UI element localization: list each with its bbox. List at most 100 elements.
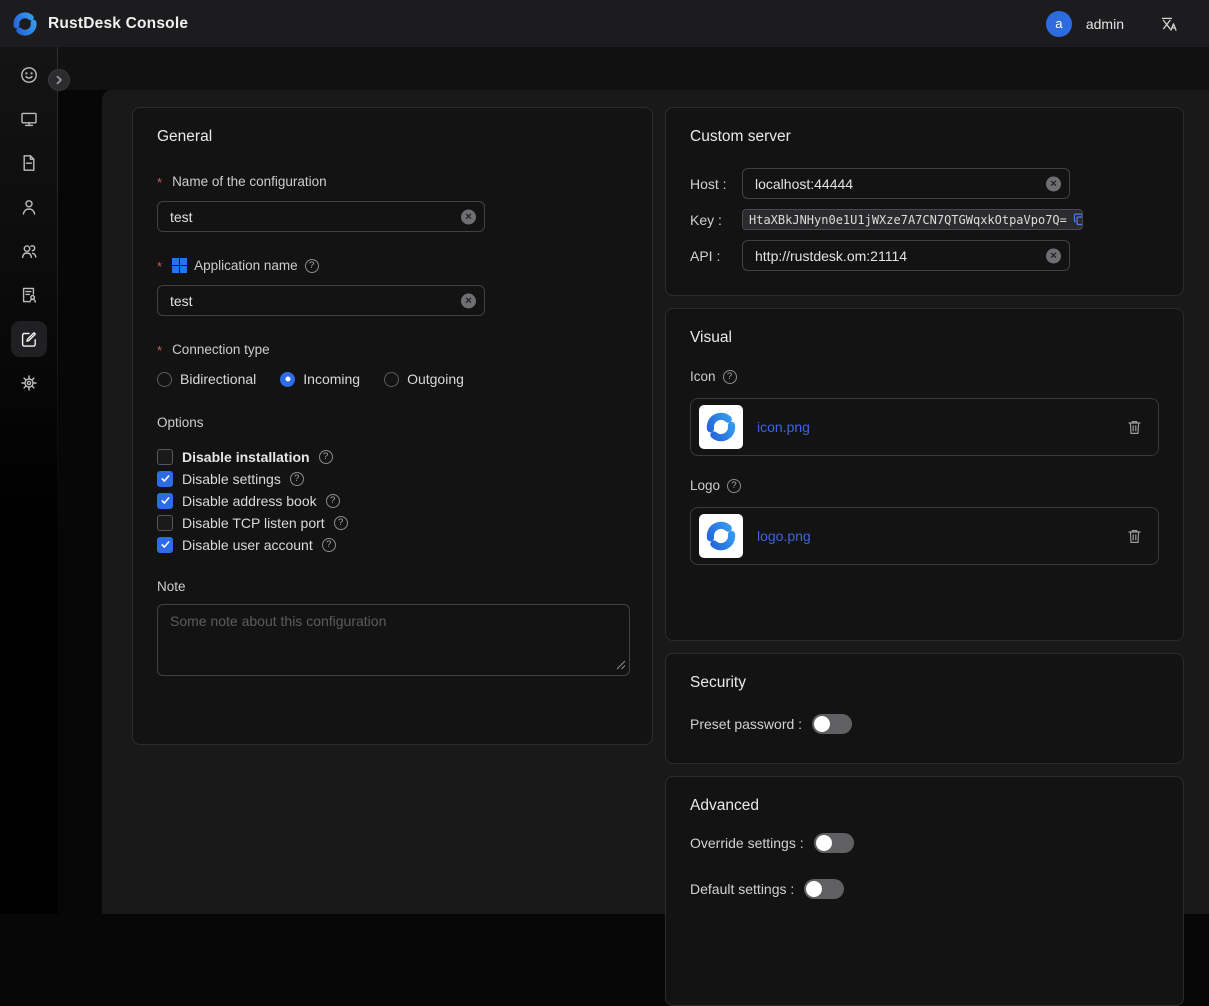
groups-icon [19,241,39,261]
option-disable-tcp-listen-port[interactable]: Disable TCP listen port [157,514,628,531]
option-disable-address-book[interactable]: Disable address book [157,492,628,509]
override-settings-toggle[interactable] [814,833,854,853]
config-name-label: Name of the configuration [157,174,628,189]
sidebar-item-devices[interactable] [11,101,47,137]
icon-file-item: icon.png [690,398,1159,456]
api-label: API : [690,248,742,264]
icon-thumbnail [699,405,743,449]
radio-icon[interactable] [280,372,295,387]
radio-outgoing[interactable]: Outgoing [384,371,464,387]
connection-type-label: Connection type [157,342,628,357]
audit-log-icon [19,285,39,305]
help-icon[interactable] [319,450,333,464]
api-input[interactable] [742,240,1070,271]
app-name-input[interactable] [157,285,485,316]
sidebar-nav [0,47,58,914]
checkbox-icon[interactable] [157,493,173,509]
radio-bidirectional[interactable]: Bidirectional [157,371,256,387]
copy-icon[interactable] [1073,213,1083,226]
options-label: Options [157,415,628,430]
options-list: Disable installation Disable settings Di… [157,448,628,553]
brand: RustDesk Console [12,11,188,37]
config-name-input[interactable] [157,201,485,232]
logo-file-item: logo.png [690,507,1159,565]
help-icon[interactable] [723,370,737,384]
security-panel: Security Preset password : [665,653,1184,764]
main-content: General Name of the configuration ✕ Appl… [102,90,1209,914]
general-panel: General Name of the configuration ✕ Appl… [132,107,653,745]
user-icon [19,197,39,217]
app-name-label: Application name [157,258,628,273]
translate-icon[interactable] [1160,14,1179,33]
default-settings-label: Default settings : [690,881,794,897]
trash-icon[interactable] [1127,419,1142,435]
help-icon[interactable] [322,538,336,552]
devices-monitor-icon [19,109,39,129]
note-textarea[interactable] [157,604,630,676]
preset-password-toggle[interactable] [812,714,852,734]
radio-incoming[interactable]: Incoming [280,371,360,387]
host-input[interactable] [742,168,1070,199]
option-disable-settings[interactable]: Disable settings [157,470,628,487]
option-disable-user-account[interactable]: Disable user account [157,536,628,553]
general-title: General [157,128,628,146]
radio-icon[interactable] [384,372,399,387]
logo-thumbnail [699,514,743,558]
security-title: Security [690,674,1159,692]
app-title: RustDesk Console [48,15,188,33]
key-label: Key : [690,212,742,228]
visual-title: Visual [690,329,1159,347]
documents-icon [19,153,39,173]
note-label: Note [157,579,628,594]
default-settings-toggle[interactable] [804,879,844,899]
clear-icon[interactable]: ✕ [1046,248,1061,263]
help-icon[interactable] [290,472,304,486]
clear-icon[interactable]: ✕ [1046,176,1061,191]
checkbox-icon[interactable] [157,515,173,531]
custom-client-edit-icon [19,329,39,349]
custom-server-panel: Custom server Host : ✕ Key : HtaXBkJNHyn… [665,107,1184,296]
sidebar-expand-button[interactable] [48,69,70,91]
advanced-panel: Advanced Override settings : Default set… [665,776,1184,1006]
logo-file-link[interactable]: logo.png [757,528,811,544]
username[interactable]: admin [1086,16,1124,32]
sidebar-item-dashboard[interactable] [11,57,47,93]
rustdesk-logo-icon [12,11,38,37]
help-icon[interactable] [334,516,348,530]
user-avatar[interactable]: a [1046,11,1072,37]
help-icon[interactable] [305,259,319,273]
option-disable-installation[interactable]: Disable installation [157,448,628,465]
windows-logo-icon [172,258,187,273]
connection-type-group: Bidirectional Incoming Outgoing [157,371,628,387]
radio-icon[interactable] [157,372,172,387]
preset-password-label: Preset password : [690,716,802,732]
icon-file-link[interactable]: icon.png [757,419,810,435]
visual-panel: Visual Icon icon.png [665,308,1184,641]
logo-label: Logo [690,478,1159,493]
toolbar-band [58,47,1209,90]
advanced-title: Advanced [690,797,1159,815]
sidebar-item-audit[interactable] [11,277,47,313]
key-value[interactable]: HtaXBkJNHyn0e1U1jWXze7A7CN7QTGWqxkOtpaVp… [742,209,1083,230]
checkbox-icon[interactable] [157,537,173,553]
override-settings-label: Override settings : [690,835,804,851]
checkbox-icon[interactable] [157,471,173,487]
clear-icon[interactable]: ✕ [461,209,476,224]
icon-label: Icon [690,369,1159,384]
sidebar-item-documents[interactable] [11,145,47,181]
sidebar-item-groups[interactable] [11,233,47,269]
checkbox-icon[interactable] [157,449,173,465]
help-icon[interactable] [727,479,741,493]
clear-icon[interactable]: ✕ [461,293,476,308]
top-bar: RustDesk Console a admin [0,0,1209,47]
settings-gear-icon [19,373,39,393]
sidebar-item-users[interactable] [11,189,47,225]
sidebar-item-custom-client[interactable] [11,321,47,357]
help-icon[interactable] [326,494,340,508]
host-label: Host : [690,176,742,192]
custom-server-title: Custom server [690,128,1159,146]
trash-icon[interactable] [1127,528,1142,544]
dashboard-smiley-icon [19,65,39,85]
chevron-right-icon [53,74,65,86]
sidebar-item-settings[interactable] [11,365,47,401]
